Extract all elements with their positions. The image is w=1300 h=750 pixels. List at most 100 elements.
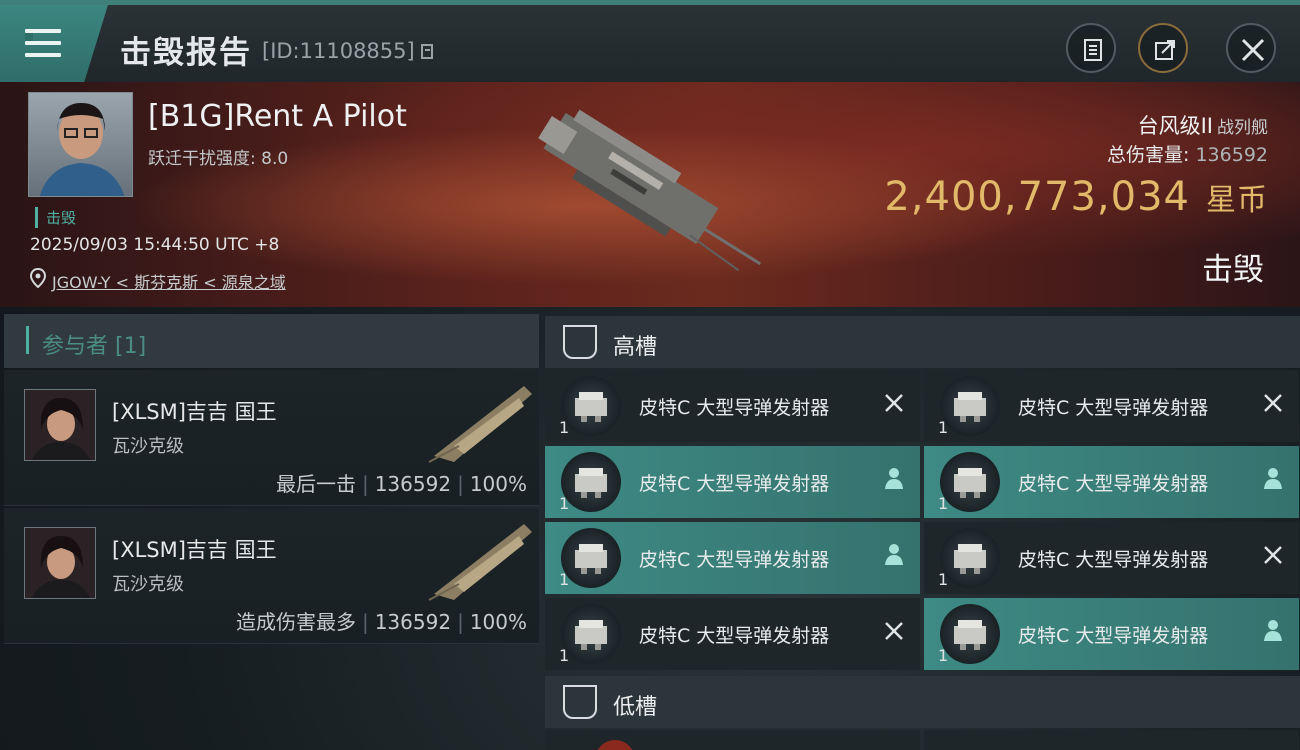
item-name: 皮特C 大型导弹发射器 (1018, 549, 1209, 571)
stats-separator: | (457, 610, 464, 634)
attacker-portrait-image (31, 398, 91, 460)
destroyed-x-icon (882, 390, 906, 416)
attacker-portrait[interactable] (24, 389, 96, 461)
dropped-person-icon (1261, 618, 1285, 644)
isk-value: 2,400,773,034 星币 (884, 174, 1268, 220)
attacker-ship: 瓦沙克级 (112, 574, 184, 595)
attacker-damage: 136592 (374, 472, 452, 496)
menu-button[interactable] (0, 5, 108, 82)
item-name: 皮特C 大型导弹发射器 (1018, 397, 1209, 419)
item-quantity: 1 (938, 646, 949, 665)
copy-icon (421, 44, 434, 59)
menu-icon-bar (25, 53, 61, 57)
item-name: 皮特C 大型导弹发射器 (639, 473, 830, 495)
kill-location-link[interactable]: JGOW-Y < 斯芬克斯 < 源泉之域 (52, 269, 286, 293)
item-name: 皮特C 大型导弹发射器 (639, 625, 830, 647)
attacker-name[interactable]: [XLSM]吉吉 国王 (112, 396, 277, 426)
share-button[interactable] (1138, 23, 1188, 73)
missile-launcher-icon (940, 528, 1000, 588)
warp-strength: 跃迁干扰强度: 8.0 (148, 149, 289, 169)
report-id[interactable]: [ID:11108855] (262, 39, 435, 63)
top-bar: 击毁报告 [ID:11108855] (0, 0, 1300, 82)
total-damage-value: 136592 (1195, 144, 1268, 166)
victim-name[interactable]: [B1G]Rent A Pilot (148, 99, 407, 134)
attacker-ship-image[interactable] (424, 376, 534, 466)
attacker-ship: 瓦沙克级 (112, 436, 184, 457)
high-slot-item[interactable]: 1 皮特C 大型导弹发射器 (545, 522, 920, 594)
attacker-damage: 136592 (374, 610, 452, 634)
attacker-percent: 100% (469, 472, 527, 496)
item-quantity: 1 (559, 494, 570, 513)
location-pin-icon (30, 268, 46, 288)
missile-launcher-icon (561, 528, 621, 588)
clipboard-button[interactable] (1066, 23, 1116, 73)
item-name: 皮特C 大型导弹发射器 (639, 549, 830, 571)
stats-separator: | (361, 472, 369, 496)
high-slot-item[interactable]: 1 皮特C 大型导弹发射器 (924, 598, 1299, 670)
share-icon (1155, 40, 1175, 60)
high-slot-item[interactable]: 1 皮特C 大型导弹发射器 (924, 370, 1299, 442)
close-icon (1241, 38, 1265, 62)
attacker-percent: 100% (469, 610, 527, 634)
isk-amount: 2,400,773,034 (884, 174, 1190, 220)
high-slot-icon (563, 325, 597, 359)
low-slot-item[interactable] (924, 730, 1299, 750)
item-quantity: 1 (938, 418, 949, 437)
participant-row[interactable]: [XLSM]吉吉 国王 瓦沙克级 造成伤害最多 | 136592 | 100% (4, 508, 539, 644)
item-quantity: 1 (938, 570, 949, 589)
missile-launcher-icon (561, 452, 621, 512)
high-slot-item[interactable]: 1 皮特C 大型导弹发射器 (924, 522, 1299, 594)
attacker-role: 造成伤害最多 (235, 610, 356, 634)
attacker-role: 最后一击 (275, 472, 356, 496)
total-damage: 总伤害量: 136592 (1107, 140, 1268, 167)
report-id-text: [ID:11108855] (262, 39, 415, 63)
participant-row[interactable]: [XLSM]吉吉 国王 瓦沙克级 最后一击 | 136592 | 100% (4, 370, 539, 506)
high-slot-item[interactable]: 1 皮特C 大型导弹发射器 (545, 370, 920, 442)
destroyed-x-icon (882, 618, 906, 644)
participants-header: 参与者 [1] (4, 314, 539, 368)
module-icon (595, 740, 635, 750)
attacker-name[interactable]: [XLSM]吉吉 国王 (112, 534, 277, 564)
attacker-portrait[interactable] (24, 527, 96, 599)
high-slot-item[interactable]: 1 皮特C 大型导弹发射器 (545, 446, 920, 518)
low-slot-item[interactable] (545, 730, 920, 750)
attacker-portrait-image (31, 536, 91, 598)
dropped-person-icon (1261, 466, 1285, 492)
destroyed-x-icon (1261, 390, 1285, 416)
participants-accent-line (26, 326, 29, 354)
stats-separator: | (457, 472, 464, 496)
item-quantity: 1 (938, 494, 949, 513)
kill-result: 击毁 (1202, 252, 1264, 288)
victim-portrait[interactable] (28, 92, 133, 197)
close-button[interactable] (1226, 23, 1276, 73)
high-slot-item[interactable]: 1 皮特C 大型导弹发射器 (545, 598, 920, 670)
missile-launcher-icon (940, 452, 1000, 512)
ship-type: 战列舰 (1217, 118, 1268, 138)
attacker-stats: 最后一击 | 136592 | 100% (276, 468, 527, 497)
destroyed-x-icon (1261, 542, 1285, 568)
attacker-stats: 造成伤害最多 | 136592 | 100% (236, 606, 527, 635)
dropped-person-icon (882, 542, 906, 568)
low-slot-icon (563, 685, 597, 719)
pilot-portrait-image (39, 103, 125, 196)
stats-separator: | (361, 610, 369, 634)
item-quantity: 1 (559, 646, 570, 665)
page-title: 击毁报告 (120, 35, 252, 71)
menu-icon-bar (25, 41, 61, 45)
low-slot-header: 低槽 (545, 676, 1300, 728)
high-slot-header: 高槽 (545, 316, 1300, 368)
missile-launcher-icon (561, 376, 621, 436)
missile-launcher-icon (561, 604, 621, 664)
victim-ship-image[interactable] (515, 100, 785, 290)
high-slot-item[interactable]: 1 皮特C 大型导弹发射器 (924, 446, 1299, 518)
missile-launcher-icon (940, 376, 1000, 436)
item-name: 皮特C 大型导弹发射器 (1018, 473, 1209, 495)
menu-icon-notch (25, 33, 33, 41)
kill-datetime: 2025/09/03 15:44:50 UTC +8 (30, 235, 280, 255)
victim-ship-class: 台风级II 战列舰 (1138, 110, 1268, 140)
item-quantity: 1 (559, 418, 570, 437)
participants-title: 参与者 [1] (42, 334, 147, 359)
status-badge: 击毁 (35, 207, 76, 228)
dropped-person-icon (882, 466, 906, 492)
attacker-ship-image[interactable] (424, 514, 534, 604)
